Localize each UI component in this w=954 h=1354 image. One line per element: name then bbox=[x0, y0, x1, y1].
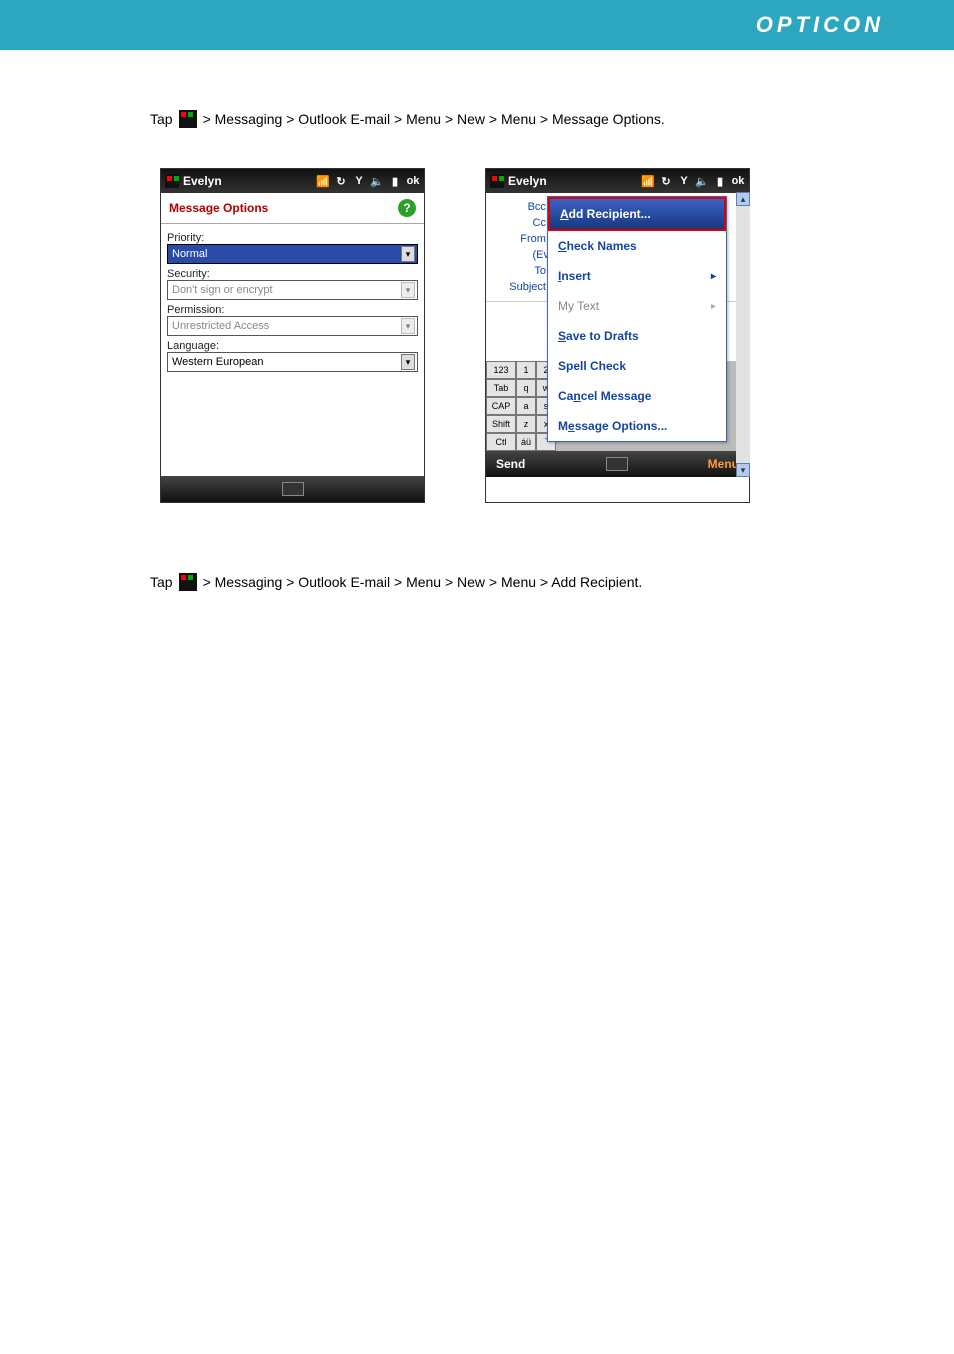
language-label: Language: bbox=[167, 340, 418, 352]
security-select[interactable]: Don't sign or encrypt ▾ bbox=[167, 280, 418, 300]
keyboard-icon[interactable] bbox=[282, 482, 304, 496]
windows-start-icon bbox=[179, 110, 197, 128]
start-icon[interactable] bbox=[490, 174, 504, 188]
device-compose: Evelyn 📶 ↻ Y 🔈 ▮ ok Bcc: Cc: From:Eve (E… bbox=[485, 168, 750, 503]
key-shift[interactable]: Shift bbox=[486, 415, 516, 433]
instruction-2-suffix: > Messaging > Outlook E-mail > Menu > Ne… bbox=[203, 574, 643, 590]
cc-label: Cc: bbox=[494, 217, 549, 229]
scroll-down-icon[interactable]: ▾ bbox=[736, 463, 750, 477]
permission-value: Unrestricted Access bbox=[172, 320, 269, 332]
priority-select[interactable]: Normal ▾ bbox=[167, 244, 418, 264]
dropdown-arrow-icon[interactable]: ▾ bbox=[401, 354, 415, 370]
ok-icon[interactable]: ok bbox=[731, 174, 745, 188]
help-icon[interactable]: ? bbox=[398, 199, 416, 217]
device-message-options: Evelyn 📶 ↻ Y 🔈 ▮ ok Message Options ? Pr… bbox=[160, 168, 425, 503]
ok-icon[interactable]: ok bbox=[406, 174, 420, 188]
key-q[interactable]: q bbox=[516, 379, 536, 397]
scroll-up-icon[interactable]: ▴ bbox=[736, 192, 750, 206]
message-options-title: Message Options bbox=[169, 201, 268, 215]
language-value: Western European bbox=[172, 356, 264, 368]
wm-topbar-2: Evelyn 📶 ↻ Y 🔈 ▮ ok bbox=[486, 169, 749, 193]
sync-icon: ↻ bbox=[334, 174, 348, 188]
menu-add-recipient[interactable]: Add Recipient... bbox=[548, 197, 726, 231]
key-1[interactable]: 1 bbox=[516, 361, 536, 379]
menu-insert[interactable]: Insert bbox=[548, 261, 726, 291]
instruction-1-prefix: Tap bbox=[150, 111, 173, 127]
priority-value: Normal bbox=[172, 248, 207, 260]
instruction-1-suffix: > Messaging > Outlook E-mail > Menu > Ne… bbox=[203, 111, 665, 127]
page-content: Tap > Messaging > Outlook E-mail > Menu … bbox=[0, 50, 954, 591]
security-value: Don't sign or encrypt bbox=[172, 284, 273, 296]
menu-message-options[interactable]: Message Options... bbox=[548, 411, 726, 441]
sync-icon: ↻ bbox=[659, 174, 673, 188]
antenna-icon: Y bbox=[677, 174, 691, 188]
menu-button[interactable]: Menu bbox=[708, 457, 739, 471]
instruction-1: Tap > Messaging > Outlook E-mail > Menu … bbox=[150, 110, 834, 128]
options-body: Priority: Normal ▾ Security: Don't sign … bbox=[161, 224, 424, 376]
signal-icon: 📶 bbox=[641, 174, 655, 188]
message-options-header: Message Options ? bbox=[161, 193, 424, 224]
security-label: Security: bbox=[167, 268, 418, 280]
to-label: To: bbox=[494, 265, 549, 277]
key-au[interactable]: áü bbox=[516, 433, 536, 451]
dropdown-arrow-icon[interactable]: ▾ bbox=[401, 318, 415, 334]
menu-check-names[interactable]: Check Names bbox=[548, 231, 726, 261]
dropdown-arrow-icon[interactable]: ▾ bbox=[401, 282, 415, 298]
key-ctl[interactable]: Ctl bbox=[486, 433, 516, 451]
key-a[interactable]: a bbox=[516, 397, 536, 415]
wm-title-2: Evelyn bbox=[508, 174, 547, 188]
key-tab[interactable]: Tab bbox=[486, 379, 516, 397]
wm-title-1: Evelyn bbox=[183, 174, 222, 188]
key-123[interactable]: 123 bbox=[486, 361, 516, 379]
windows-start-icon bbox=[179, 573, 197, 591]
volume-icon: 🔈 bbox=[695, 174, 709, 188]
subject-label: Subject: bbox=[494, 281, 549, 293]
antenna-icon: Y bbox=[352, 174, 366, 188]
wm-bottombar-2: Send Menu bbox=[486, 451, 749, 477]
menu-my-text: My Text bbox=[548, 291, 726, 321]
language-select[interactable]: Western European ▾ bbox=[167, 352, 418, 372]
context-menu: Add Recipient... Check Names Insert My T… bbox=[547, 196, 727, 442]
menu-add-recipient-label: dd Recipient... bbox=[569, 207, 651, 221]
battery-icon: ▮ bbox=[388, 174, 402, 188]
start-icon[interactable] bbox=[165, 174, 179, 188]
instruction-2: Tap > Messaging > Outlook E-mail > Menu … bbox=[150, 573, 834, 591]
priority-label: Priority: bbox=[167, 232, 418, 244]
permission-label: Permission: bbox=[167, 304, 418, 316]
screenshot-row: Evelyn 📶 ↻ Y 🔈 ▮ ok Message Options ? Pr… bbox=[160, 168, 834, 503]
battery-icon: ▮ bbox=[713, 174, 727, 188]
scroll-track[interactable] bbox=[736, 206, 750, 463]
key-cap[interactable]: CAP bbox=[486, 397, 516, 415]
key-z[interactable]: z bbox=[516, 415, 536, 433]
keyboard-icon[interactable] bbox=[606, 457, 628, 471]
permission-select[interactable]: Unrestricted Access ▾ bbox=[167, 316, 418, 336]
top-banner: OPTICON bbox=[0, 0, 954, 50]
instruction-2-prefix: Tap bbox=[150, 574, 173, 590]
from-label: From: bbox=[494, 233, 549, 245]
menu-cancel-message[interactable]: Cancel Message bbox=[548, 381, 726, 411]
brand-logo: OPTICON bbox=[756, 12, 884, 38]
wm-topbar-1: Evelyn 📶 ↻ Y 🔈 ▮ ok bbox=[161, 169, 424, 193]
wm-bottombar-1 bbox=[161, 476, 424, 502]
scrollbar[interactable]: ▴ ▾ bbox=[736, 192, 750, 477]
send-button[interactable]: Send bbox=[496, 457, 525, 471]
from-sub: (Ev bbox=[494, 249, 549, 261]
menu-save-to-drafts[interactable]: Save to Drafts bbox=[548, 321, 726, 351]
signal-icon: 📶 bbox=[316, 174, 330, 188]
volume-icon: 🔈 bbox=[370, 174, 384, 188]
bcc-label: Bcc: bbox=[494, 201, 549, 213]
dropdown-arrow-icon[interactable]: ▾ bbox=[401, 246, 415, 262]
menu-spell-check[interactable]: Spell Check bbox=[548, 351, 726, 381]
